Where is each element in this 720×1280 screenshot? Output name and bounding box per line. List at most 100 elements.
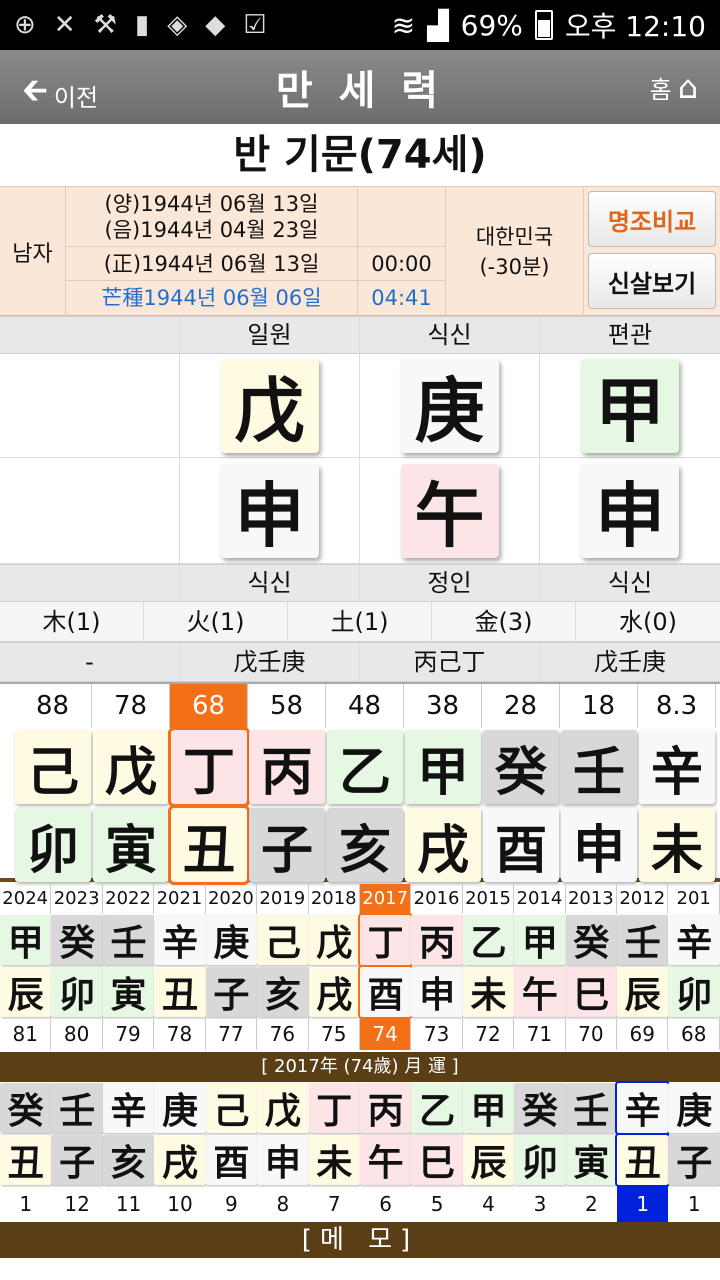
daeun-stem[interactable]: 乙 xyxy=(327,730,403,804)
seun-year[interactable]: 2021 xyxy=(154,884,206,914)
daeun-age[interactable]: 48 xyxy=(326,684,404,728)
wolun-stem[interactable]: 乙 xyxy=(411,1083,463,1133)
wolun-branch[interactable]: 戌 xyxy=(154,1135,206,1185)
daeun-age[interactable]: 88 xyxy=(14,684,92,728)
wolun-stem[interactable]: 己 xyxy=(205,1083,258,1133)
seun-year[interactable]: 2015 xyxy=(463,884,515,914)
daeun-stem[interactable]: 己 xyxy=(15,730,91,804)
seun-stem[interactable]: 辛 xyxy=(668,915,720,965)
wolun-branch[interactable]: 寅 xyxy=(565,1135,618,1185)
wolun-branch[interactable]: 未 xyxy=(308,1135,360,1185)
seun-year[interactable]: 2014 xyxy=(514,884,566,914)
daeun-stem[interactable]: 丙 xyxy=(249,730,325,804)
seun-branch[interactable]: 亥 xyxy=(257,967,309,1017)
wolun-month[interactable]: 11 xyxy=(103,1186,154,1222)
seun-stem[interactable]: 癸 xyxy=(565,915,618,965)
compare-button[interactable]: 명조비교 xyxy=(588,191,716,247)
seun-branch[interactable]: 寅 xyxy=(102,967,155,1017)
seun-branch[interactable]: 午 xyxy=(514,967,566,1017)
wolun-month[interactable]: 10 xyxy=(154,1186,205,1222)
daeun-branch[interactable]: 卯 xyxy=(15,808,91,882)
daeun-age[interactable]: 38 xyxy=(404,684,482,728)
wolun-branch[interactable]: 亥 xyxy=(102,1135,155,1185)
wolun-branch[interactable]: 子 xyxy=(51,1135,103,1185)
wolun-branch[interactable]: 申 xyxy=(257,1135,309,1185)
wolun-stem[interactable]: 丁 xyxy=(308,1083,360,1133)
seun-age[interactable]: 71 xyxy=(514,1018,566,1050)
wolun-branch[interactable]: 卯 xyxy=(514,1135,566,1185)
wolun-stem[interactable]: 丙 xyxy=(359,1083,412,1133)
daeun-age[interactable]: 28 xyxy=(482,684,560,728)
seun-age[interactable]: 74 xyxy=(359,1018,412,1050)
wolun-month[interactable]: 12 xyxy=(51,1186,102,1222)
daeun-branch[interactable]: 申 xyxy=(561,808,637,882)
wolun-stem[interactable]: 壬 xyxy=(51,1083,103,1133)
seun-age[interactable]: 76 xyxy=(257,1018,309,1050)
seun-age[interactable]: 81 xyxy=(0,1018,52,1050)
seun-year[interactable]: 2019 xyxy=(257,884,309,914)
seun-branch[interactable]: 巳 xyxy=(565,967,618,1017)
wolun-stem[interactable]: 戊 xyxy=(257,1083,309,1133)
seun-age[interactable]: 72 xyxy=(463,1018,515,1050)
daeun-age[interactable]: 78 xyxy=(92,684,170,728)
seun-age[interactable]: 78 xyxy=(154,1018,206,1050)
seun-branch[interactable]: 卯 xyxy=(51,967,103,1017)
daeun-branch[interactable]: 寅 xyxy=(93,808,169,882)
seun-year[interactable]: 2017 xyxy=(359,884,412,914)
seun-branch[interactable]: 卯 xyxy=(668,967,720,1017)
wolun-stem[interactable]: 甲 xyxy=(462,1083,515,1133)
wolun-month[interactable]: 8 xyxy=(257,1186,308,1222)
seun-year[interactable]: 2022 xyxy=(103,884,155,914)
seun-year[interactable]: 2020 xyxy=(206,884,258,914)
wolun-month[interactable]: 3 xyxy=(514,1186,565,1222)
daeun-stem[interactable]: 戊 xyxy=(93,730,169,804)
wolun-branch[interactable]: 子 xyxy=(668,1135,720,1185)
seun-stem[interactable]: 辛 xyxy=(154,915,206,965)
back-button[interactable]: 🡰 이전 xyxy=(22,68,98,122)
seun-stem[interactable]: 丙 xyxy=(411,915,463,965)
wolun-month[interactable]: 1 xyxy=(617,1186,669,1222)
wolun-month[interactable]: 1 xyxy=(668,1186,719,1222)
seun-age[interactable]: 80 xyxy=(51,1018,103,1050)
seun-age[interactable]: 68 xyxy=(668,1018,720,1050)
seun-year[interactable]: 2024 xyxy=(0,884,52,914)
seun-stem[interactable]: 甲 xyxy=(514,915,566,965)
daeun-age[interactable]: 68 xyxy=(170,684,248,728)
wolun-month[interactable]: 6 xyxy=(360,1186,411,1222)
daeun-age[interactable]: 8.3 xyxy=(638,684,716,728)
daeun-branch[interactable]: 子 xyxy=(249,808,325,882)
home-button[interactable]: 홈 ⌂ xyxy=(650,68,698,106)
wolun-stem[interactable]: 辛 xyxy=(102,1083,155,1133)
daeun-stem[interactable]: 甲 xyxy=(405,730,481,804)
seun-year[interactable]: 2018 xyxy=(309,884,360,914)
daeun-stem[interactable]: 辛 xyxy=(639,730,715,804)
seun-stem[interactable]: 壬 xyxy=(617,915,669,965)
day-stem[interactable]: 戊 xyxy=(220,358,319,453)
wolun-branch[interactable]: 辰 xyxy=(462,1135,515,1185)
seun-age[interactable]: 73 xyxy=(411,1018,463,1050)
seun-branch[interactable]: 酉 xyxy=(357,965,414,1019)
seun-stem[interactable]: 庚 xyxy=(205,915,258,965)
seun-branch[interactable]: 辰 xyxy=(617,967,669,1017)
wolun-month[interactable]: 5 xyxy=(411,1186,462,1222)
seun-branch[interactable]: 丑 xyxy=(154,967,206,1017)
seun-year[interactable]: 2012 xyxy=(617,884,669,914)
seun-age[interactable]: 75 xyxy=(309,1018,360,1050)
wolun-stem[interactable]: 癸 xyxy=(514,1083,566,1133)
wolun-stem[interactable]: 庚 xyxy=(154,1083,206,1133)
seun-age[interactable]: 69 xyxy=(617,1018,669,1050)
daeun-age[interactable]: 58 xyxy=(248,684,326,728)
wolun-branch[interactable]: 丑 xyxy=(615,1133,671,1187)
wolun-stem[interactable]: 壬 xyxy=(565,1083,618,1133)
seun-age[interactable]: 77 xyxy=(206,1018,258,1050)
wolun-month[interactable]: 2 xyxy=(566,1186,617,1222)
wolun-month[interactable]: 7 xyxy=(309,1186,360,1222)
seun-year[interactable]: 2023 xyxy=(51,884,103,914)
wolun-month[interactable]: 9 xyxy=(206,1186,257,1222)
seun-branch[interactable]: 戌 xyxy=(308,967,360,1017)
daeun-stem[interactable]: 癸 xyxy=(483,730,559,804)
seun-year[interactable]: 2013 xyxy=(566,884,618,914)
month-branch[interactable]: 午 xyxy=(400,463,499,558)
daeun-stem[interactable]: 壬 xyxy=(561,730,637,804)
daeun-age[interactable]: 18 xyxy=(560,684,638,728)
